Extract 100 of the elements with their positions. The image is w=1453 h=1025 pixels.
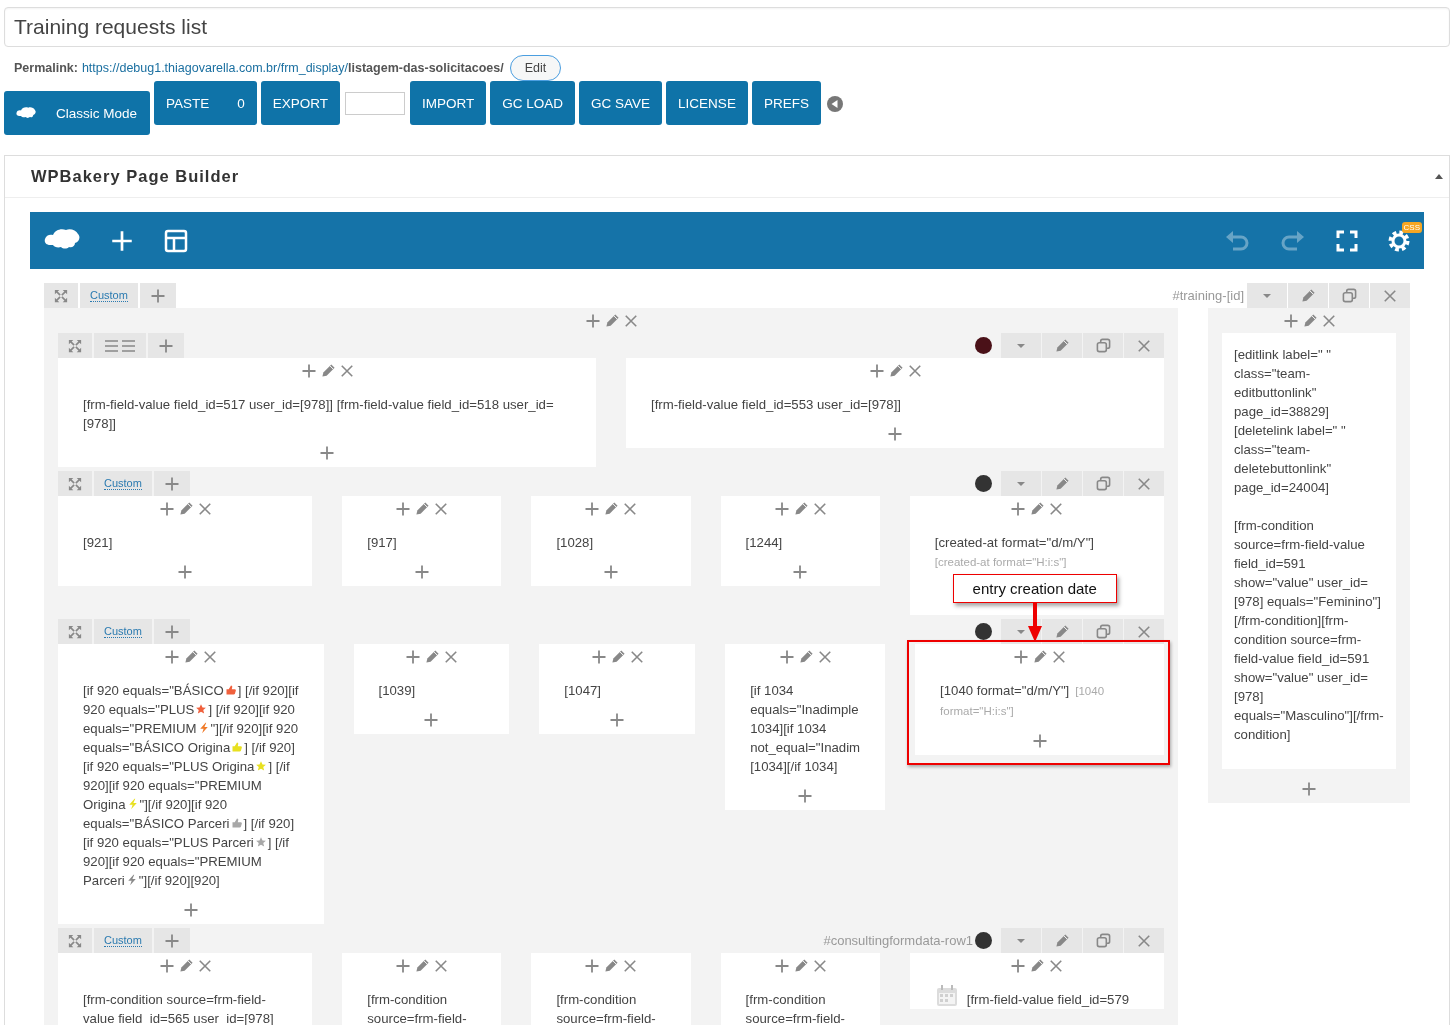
plus-icon[interactable] <box>778 648 795 665</box>
delete-button[interactable] <box>1124 619 1164 644</box>
move-handle[interactable] <box>58 928 92 953</box>
plus-icon[interactable] <box>584 957 601 974</box>
plus-icon[interactable] <box>163 475 180 492</box>
settings-icon[interactable] <box>1388 229 1410 252</box>
plus-icon[interactable] <box>413 564 430 580</box>
permalink-link[interactable]: https://debug1.thiagovarella.com.br/frm_display/listagem-das-solicitacoes/ <box>81 61 504 75</box>
plus-icon[interactable] <box>1282 312 1299 329</box>
plus-icon[interactable] <box>182 902 199 918</box>
toolbar-button[interactable]: PREFS <box>751 81 821 125</box>
clone-icon[interactable] <box>1095 624 1111 639</box>
edit-button[interactable] <box>1288 283 1328 308</box>
pencil-icon[interactable] <box>888 363 904 378</box>
close-icon[interactable] <box>434 958 449 973</box>
caret-up-icon[interactable] <box>1435 174 1443 179</box>
delete-button[interactable] <box>1370 283 1410 308</box>
plus-icon[interactable] <box>177 564 194 580</box>
plus-icon[interactable] <box>773 957 790 974</box>
move-handle[interactable] <box>58 471 92 496</box>
plus-icon[interactable] <box>1301 781 1317 797</box>
close-icon[interactable] <box>812 501 827 516</box>
move-handle[interactable] <box>58 619 92 644</box>
plus-icon[interactable] <box>149 287 166 304</box>
close-icon[interactable] <box>203 649 218 664</box>
plus-icon[interactable] <box>1010 500 1027 517</box>
pencil-icon[interactable] <box>798 649 814 664</box>
clone-button[interactable] <box>1083 928 1123 953</box>
templates-icon[interactable] <box>164 228 188 253</box>
edit-button[interactable] <box>1042 928 1082 953</box>
close-icon[interactable] <box>812 958 827 973</box>
pencil-icon[interactable] <box>610 649 626 664</box>
expand-arrows-icon[interactable] <box>68 624 82 639</box>
plus-icon[interactable] <box>1031 733 1048 749</box>
plus-icon[interactable] <box>319 445 335 461</box>
move-handle[interactable] <box>44 283 78 308</box>
close-icon[interactable] <box>623 958 638 973</box>
close-icon[interactable] <box>1049 958 1064 973</box>
collapse-left-icon[interactable] <box>826 96 843 112</box>
close-icon[interactable] <box>623 501 638 516</box>
toolbar-button[interactable]: LICENSE <box>666 81 748 125</box>
edit-button[interactable] <box>1042 471 1082 496</box>
add-column-button[interactable] <box>139 283 176 308</box>
caret-down-icon[interactable] <box>1016 937 1026 944</box>
clone-button[interactable] <box>1329 283 1369 308</box>
plus-icon[interactable] <box>158 957 175 974</box>
plus-icon[interactable] <box>584 312 601 329</box>
classic-mode-button[interactable]: Classic Mode <box>4 91 150 135</box>
clone-icon[interactable] <box>1095 338 1111 353</box>
pencil-icon[interactable] <box>1300 288 1316 303</box>
caret-down-icon[interactable] <box>1262 292 1272 299</box>
plus-icon[interactable] <box>773 500 790 517</box>
close-icon[interactable] <box>443 649 458 664</box>
expand-arrows-icon[interactable] <box>68 476 82 491</box>
add-column-button[interactable] <box>148 333 184 358</box>
plus-icon[interactable] <box>584 500 601 517</box>
toolbar-button[interactable]: PASTE 0 <box>154 81 257 125</box>
close-icon[interactable] <box>197 501 212 516</box>
close-icon[interactable] <box>817 649 832 664</box>
toolbar-button[interactable]: EXPORT <box>260 81 341 125</box>
plus-icon[interactable] <box>163 623 180 640</box>
toolbar-button[interactable]: IMPORT <box>410 81 487 125</box>
clone-button[interactable] <box>1083 471 1123 496</box>
import-field[interactable] <box>345 92 406 115</box>
delete-button[interactable] <box>1124 333 1164 358</box>
edit-button[interactable] <box>1042 333 1082 358</box>
add-column-button[interactable] <box>153 928 190 953</box>
close-icon[interactable] <box>1321 313 1336 328</box>
toolbar-button[interactable]: GC SAVE <box>579 81 663 125</box>
caret-down-icon[interactable] <box>1016 342 1026 349</box>
pencil-icon[interactable] <box>1054 624 1070 639</box>
close-icon[interactable] <box>1137 624 1151 639</box>
plus-icon[interactable] <box>300 362 317 379</box>
cloud-logo-icon[interactable] <box>16 105 36 121</box>
plus-icon[interactable] <box>603 564 619 580</box>
fullscreen-icon[interactable] <box>1336 229 1358 252</box>
clone-icon[interactable] <box>1095 476 1111 491</box>
columns-layout-icon[interactable] <box>104 338 136 353</box>
plus-icon[interactable] <box>164 648 181 665</box>
plus-icon[interactable] <box>609 712 626 728</box>
plus-icon[interactable] <box>395 500 412 517</box>
pencil-icon[interactable] <box>415 501 431 516</box>
add-column-button[interactable] <box>153 471 190 496</box>
pencil-icon[interactable] <box>793 958 809 973</box>
expand-arrows-icon[interactable] <box>54 288 68 303</box>
pencil-icon[interactable] <box>1030 958 1046 973</box>
caret-down-icon[interactable] <box>1016 628 1026 635</box>
clone-button[interactable] <box>1083 333 1123 358</box>
pencil-icon[interactable] <box>320 363 336 378</box>
close-icon[interactable] <box>1137 933 1151 948</box>
plus-icon[interactable] <box>158 337 174 354</box>
pencil-icon[interactable] <box>793 501 809 516</box>
pencil-icon[interactable] <box>1054 933 1070 948</box>
title-field[interactable]: Training requests list <box>4 7 1450 47</box>
close-icon[interactable] <box>1049 501 1064 516</box>
add-column-button[interactable] <box>153 619 190 644</box>
close-icon[interactable] <box>623 313 638 328</box>
pencil-icon[interactable] <box>1030 501 1046 516</box>
pencil-icon[interactable] <box>1054 476 1070 491</box>
edit-button[interactable]: Edit <box>509 55 562 81</box>
